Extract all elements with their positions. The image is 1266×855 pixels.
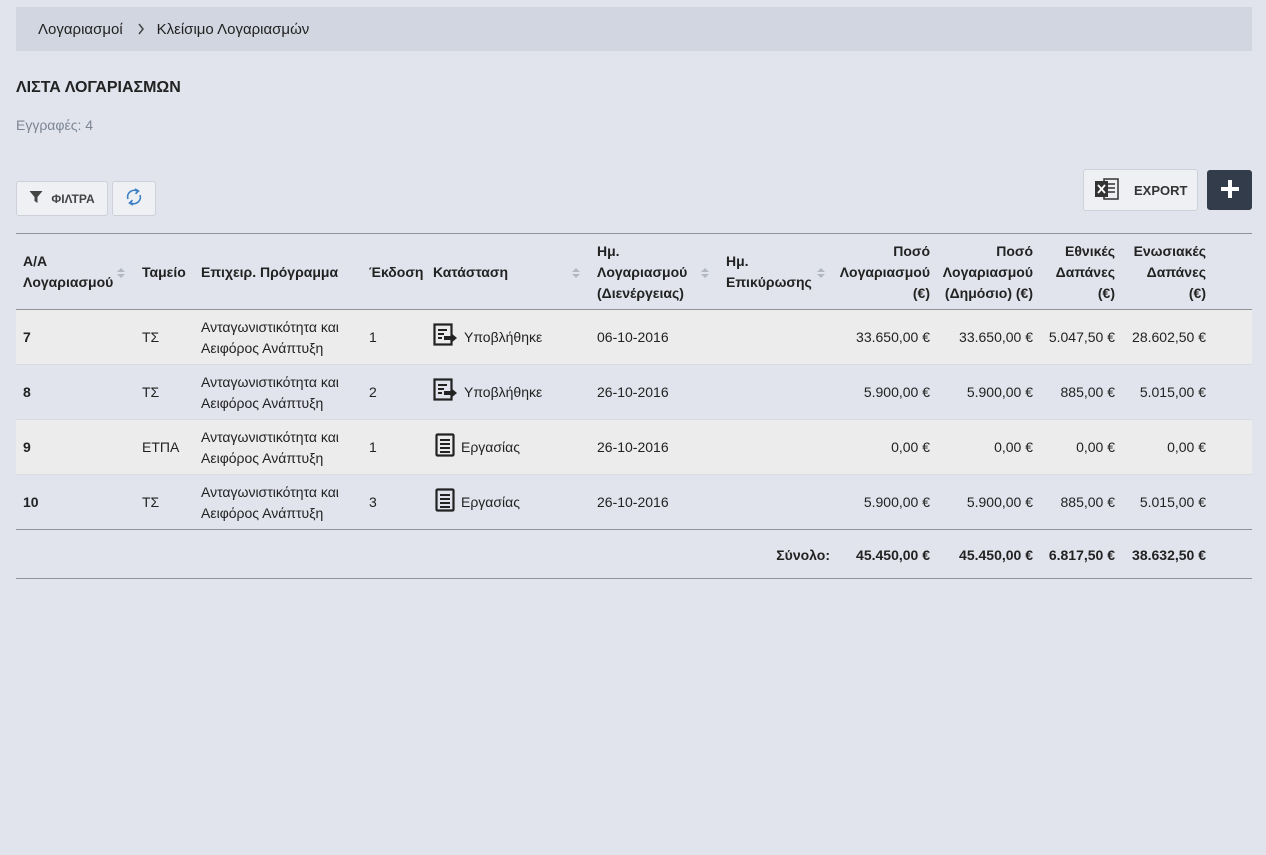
records-count: Εγγραφές: 4 [16, 117, 94, 133]
status-label: Υποβλήθηκε [464, 329, 543, 345]
submitted-icon [433, 322, 458, 353]
cell-status: Εργασίας [435, 420, 520, 475]
cell-national: 885,00 € [1060, 384, 1116, 400]
cell-program: Ανταγωνιστικότητα και Αειφόρος Ανάπτυξη [201, 475, 339, 530]
cell-program-line2: Αειφόρος Ανάπτυξη [201, 504, 324, 521]
status-label: Εργασίας [461, 439, 520, 455]
col-header-tameio: Ταμείο [142, 263, 186, 280]
table-row[interactable]: 8 ΤΣ Ανταγωνιστικότητα και Αειφόρος Ανάπ… [16, 365, 1252, 420]
cell-tameio: ΤΣ [142, 384, 160, 400]
refresh-button[interactable] [112, 181, 156, 216]
filters-button[interactable]: ΦΙΛΤΡΑ [16, 181, 108, 216]
breadcrumb: Λογαριασμοί Κλείσιμο Λογαριασμών [16, 7, 1252, 51]
cell-aa: 8 [23, 384, 31, 400]
cell-amount: 5.900,00 € [863, 494, 930, 510]
cell-eu: 0,00 € [1167, 439, 1206, 455]
draft-icon [435, 432, 455, 463]
chevron-right-icon [137, 23, 145, 35]
table-row[interactable]: 9 ΕΤΠΑ Ανταγωνιστικότητα και Αειφόρος Αν… [16, 420, 1252, 475]
status-label: Υποβλήθηκε [464, 384, 543, 400]
submitted-icon [433, 377, 458, 408]
cell-tameio: ΕΤΠΑ [142, 439, 180, 455]
cell-status: Υποβλήθηκε [433, 365, 542, 420]
cell-eu: 28.602,50 € [1132, 329, 1206, 345]
cell-national: 5.047,50 € [1048, 329, 1115, 345]
total-national: 6.817,50 € [1048, 546, 1115, 563]
cell-eu: 5.015,00 € [1139, 384, 1206, 400]
export-button-label: EXPORT [1134, 182, 1188, 198]
cell-amount-public: 33.650,00 € [959, 329, 1033, 345]
col-header-version: Έκδοση [369, 263, 424, 280]
table-totals-row: Σύνολο: 45.450,00 € 45.450,00 € 6.817,50… [16, 529, 1252, 579]
total-eu: 38.632,50 € [1132, 546, 1206, 563]
total-amount: 45.450,00 € [856, 546, 930, 563]
cell-tameio: ΤΣ [142, 329, 160, 345]
cell-date-account: 06-10-2016 [597, 329, 669, 345]
cell-amount-public: 5.900,00 € [966, 384, 1033, 400]
cell-version: 3 [369, 494, 377, 510]
export-button[interactable]: EXPORT [1083, 169, 1198, 211]
breadcrumb-item-closing-accounts: Κλείσιμο Λογαριασμών [156, 20, 310, 38]
cell-program: Ανταγωνιστικότητα και Αειφόρος Ανάπτυξη [201, 420, 339, 475]
cell-program: Ανταγωνιστικότητα και Αειφόρος Ανάπτυξη [201, 365, 339, 420]
col-header-amount-public: Ποσό Λογαριασμού (Δημόσιο) (€) [942, 242, 1033, 301]
page-title: ΛΙΣΤΑ ΛΟΓΑΡΙΑΣΜΩΝ [16, 79, 181, 96]
cell-version: 2 [369, 384, 377, 400]
cell-version: 1 [369, 329, 377, 345]
sort-icon[interactable] [572, 266, 580, 278]
cell-program-line2: Αειφόρος Ανάπτυξη [201, 394, 324, 411]
col-header-program: Επιχειρ. Πρόγραμμα [201, 263, 339, 280]
cell-program-line1: Ανταγωνιστικότητα και [201, 318, 339, 335]
cell-program-line2: Αειφόρος Ανάπτυξη [201, 339, 324, 356]
sort-icon[interactable] [117, 266, 125, 278]
cell-status: Εργασίας [435, 475, 520, 530]
cell-amount-public: 0,00 € [994, 439, 1033, 455]
cell-national: 885,00 € [1060, 494, 1116, 510]
cell-program: Ανταγωνιστικότητα και Αειφόρος Ανάπτυξη [201, 310, 339, 365]
cell-aa: 9 [23, 439, 31, 455]
cell-date-account: 26-10-2016 [597, 439, 669, 455]
cell-date-account: 26-10-2016 [597, 494, 669, 510]
cell-date-account: 26-10-2016 [597, 384, 669, 400]
cell-program-line2: Αειφόρος Ανάπτυξη [201, 449, 324, 466]
add-button[interactable] [1207, 170, 1252, 210]
col-header-amount: Ποσό Λογαριασμού (€) [839, 242, 930, 301]
sort-icon[interactable] [701, 266, 709, 278]
col-header-aa[interactable]: Α/Α Λογαριασμού [23, 234, 113, 310]
sort-icon[interactable] [817, 266, 825, 278]
col-header-status[interactable]: Κατάσταση [433, 234, 508, 310]
cell-eu: 5.015,00 € [1139, 494, 1206, 510]
cell-amount: 0,00 € [891, 439, 930, 455]
cell-aa: 10 [23, 494, 39, 510]
col-header-date-account[interactable]: Ημ. Λογαριασμού (Διενέργειας) [597, 234, 697, 310]
col-header-eu: Ενωσιακές Δαπάνες (€) [1133, 242, 1206, 301]
filters-button-label: ΦΙΛΤΡΑ [51, 191, 95, 206]
draft-icon [435, 487, 455, 518]
cell-aa: 7 [23, 329, 31, 345]
col-header-date-confirm[interactable]: Ημ. Επικύρωσης [726, 234, 816, 310]
accounts-table: Α/Α Λογαριασμού Ταμείο Επιχειρ. Πρόγραμμ… [16, 233, 1252, 579]
cell-amount-public: 5.900,00 € [966, 494, 1033, 510]
breadcrumb-item-accounts[interactable]: Λογαριασμοί [38, 21, 123, 38]
total-amount-public: 45.450,00 € [959, 546, 1033, 563]
totals-label: Σύνολο: [776, 546, 830, 563]
table-header: Α/Α Λογαριασμού Ταμείο Επιχειρ. Πρόγραμμ… [16, 234, 1252, 310]
cell-version: 1 [369, 439, 377, 455]
col-header-national: Εθνικές Δαπάνες (€) [1055, 242, 1115, 301]
cell-amount: 33.650,00 € [856, 329, 930, 345]
cell-national: 0,00 € [1076, 439, 1115, 455]
table-row[interactable]: 7 ΤΣ Ανταγωνιστικότητα και Αειφόρος Ανάπ… [16, 310, 1252, 365]
cell-program-line1: Ανταγωνιστικότητα και [201, 483, 339, 500]
cell-status: Υποβλήθηκε [433, 310, 542, 365]
refresh-icon [124, 187, 144, 210]
cell-program-line1: Ανταγωνιστικότητα και [201, 373, 339, 390]
excel-icon [1094, 176, 1120, 205]
filter-icon [29, 190, 43, 207]
cell-program-line1: Ανταγωνιστικότητα και [201, 428, 339, 445]
plus-icon [1220, 179, 1240, 202]
table-row[interactable]: 10 ΤΣ Ανταγωνιστικότητα και Αειφόρος Ανά… [16, 475, 1252, 530]
cell-amount: 5.900,00 € [863, 384, 930, 400]
status-label: Εργασίας [461, 494, 520, 510]
cell-tameio: ΤΣ [142, 494, 160, 510]
